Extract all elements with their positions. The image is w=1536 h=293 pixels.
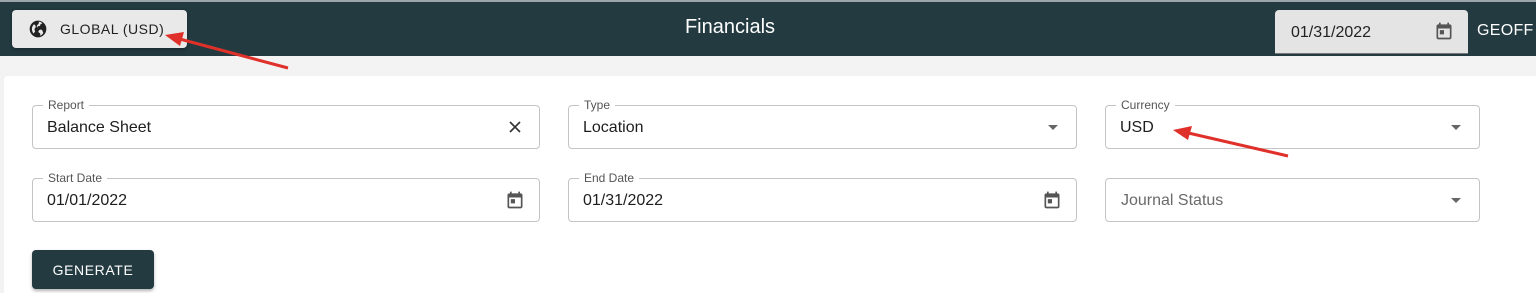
start-date-field[interactable]: Start Date 01/01/2022 [32,171,540,222]
report-field[interactable]: Report Balance Sheet [32,98,540,149]
currency-label: Currency [1116,98,1175,112]
type-select[interactable]: Type Location [568,98,1077,149]
currency-value: USD [1120,119,1154,136]
type-value: Location [583,119,644,136]
calendar-icon[interactable] [1434,21,1454,41]
generate-button[interactable]: GENERATE [32,250,154,289]
start-date-value: 01/01/2022 [47,192,128,209]
clear-icon[interactable] [505,117,525,137]
top-app-bar: GLOBAL (USD) Financials 01/31/2022 GEOFF [0,0,1536,56]
financials-page: GLOBAL (USD) Financials 01/31/2022 GEOFF… [0,0,1536,293]
topbar-date-value: 01/31/2022 [1291,24,1372,41]
end-date-label: End Date [579,171,640,185]
dropdown-arrow-icon[interactable] [1451,198,1461,203]
page-title: Financials [684,16,776,38]
topbar-date-field[interactable]: 01/31/2022 [1275,10,1468,54]
calendar-icon[interactable] [505,190,525,210]
currency-select[interactable]: Currency USD [1105,98,1480,149]
end-date-field[interactable]: End Date 01/31/2022 [568,171,1077,222]
journal-status-placeholder: Journal Status [1121,192,1224,209]
user-name[interactable]: GEOFF [1477,22,1534,40]
dropdown-arrow-icon[interactable] [1048,125,1058,130]
start-date-label: Start Date [43,171,108,185]
report-label: Report [43,98,90,112]
report-value: Balance Sheet [47,119,152,136]
end-date-value: 01/31/2022 [583,192,664,209]
type-label: Type [579,98,616,112]
calendar-icon[interactable] [1042,190,1062,210]
dropdown-arrow-icon[interactable] [1451,125,1461,130]
journal-status-select[interactable]: Journal Status [1105,178,1480,222]
